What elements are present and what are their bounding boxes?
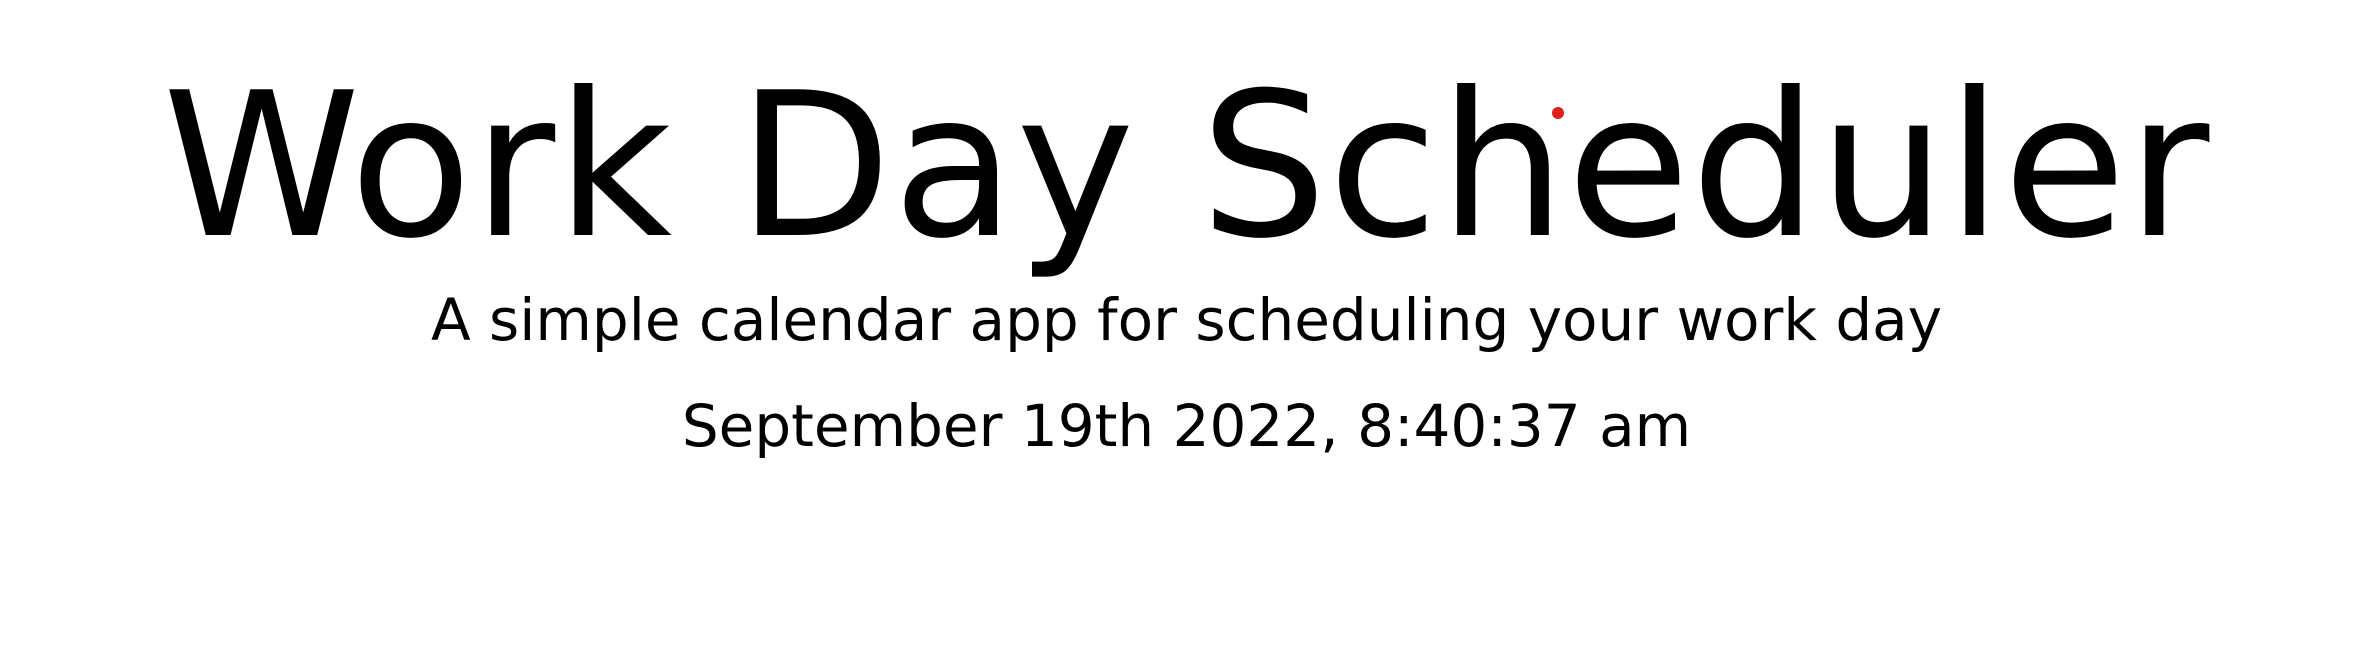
cursor-indicator-icon <box>1552 107 1564 119</box>
page-header: Work Day Scheduler A simple calendar app… <box>0 0 2373 666</box>
page-title: Work Day Scheduler <box>162 50 2211 283</box>
page-subtitle: A simple calendar app for scheduling you… <box>430 286 1943 354</box>
current-datetime: September 19th 2022, 8:40:37 am <box>681 391 1692 460</box>
